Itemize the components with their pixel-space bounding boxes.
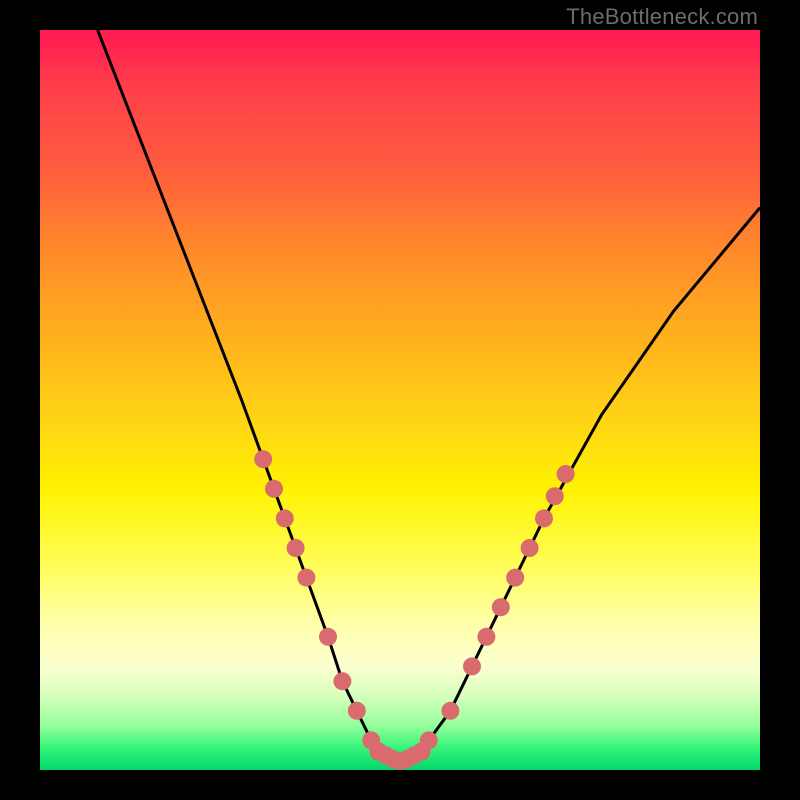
marker-dot — [319, 628, 337, 646]
marker-dot — [521, 539, 539, 557]
plot-area — [40, 30, 760, 770]
marker-dot — [441, 702, 459, 720]
marker-dot — [276, 509, 294, 527]
curve-line — [98, 30, 760, 763]
marker-dot — [546, 487, 564, 505]
marker-dot — [265, 480, 283, 498]
marker-dot — [477, 628, 495, 646]
marker-dot — [506, 569, 524, 587]
marker-dot — [535, 509, 553, 527]
chart-canvas: TheBottleneck.com — [0, 0, 800, 800]
marker-dot — [348, 702, 366, 720]
marker-dot — [333, 672, 351, 690]
marker-dot — [420, 731, 438, 749]
bottleneck-curve — [40, 30, 760, 770]
marker-dot — [463, 657, 481, 675]
marker-dot — [287, 539, 305, 557]
marker-dot — [557, 465, 575, 483]
curve-markers — [254, 450, 574, 770]
marker-dot — [492, 598, 510, 616]
marker-dot — [254, 450, 272, 468]
marker-dot — [297, 569, 315, 587]
watermark-text: TheBottleneck.com — [566, 4, 758, 30]
